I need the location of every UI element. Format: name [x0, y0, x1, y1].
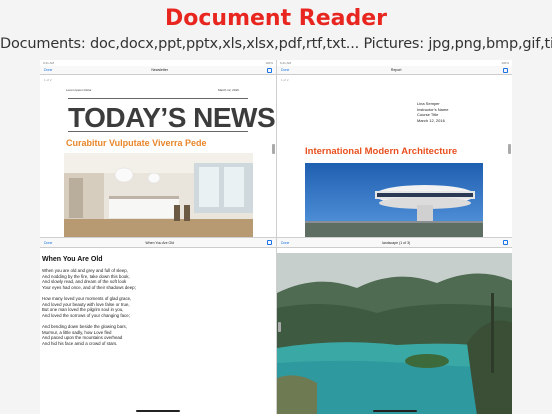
nav-bar: Done landscape (1 of 3): [277, 238, 512, 248]
share-icon[interactable]: [266, 67, 272, 73]
nav-bar: Done Report: [277, 66, 512, 75]
divider: [68, 131, 248, 132]
share-icon[interactable]: [502, 67, 508, 73]
nav-bar: Done When You Are Old: [40, 238, 276, 248]
done-button[interactable]: Done: [281, 241, 289, 245]
headline: TODAY’S NEWS: [68, 102, 276, 133]
doc-date: March 12, 2016: [218, 88, 239, 92]
nav-title: landscape (1 of 3): [382, 240, 411, 245]
supported-formats: Documents: doc,docx,ppt,pptx,xls,xlsx,pd…: [0, 36, 552, 52]
share-icon[interactable]: [503, 240, 508, 245]
page-counter: 1 of 2: [44, 78, 52, 82]
nav-title: Report: [390, 68, 402, 72]
nav-title: Newsletter: [151, 68, 168, 72]
architecture-photo: [305, 163, 483, 237]
home-indicator: [136, 410, 180, 412]
home-indicator: [373, 410, 417, 412]
address-line: March 12, 2016: [417, 117, 445, 123]
share-icon[interactable]: [266, 240, 272, 245]
resize-handle[interactable]: [278, 322, 281, 332]
app-title: Document Reader: [165, 6, 387, 31]
pane-report: 9:41 AM 100% Done Report 1 of 2 Lina Semp…: [277, 60, 512, 237]
resize-handle[interactable]: [508, 144, 511, 154]
nav-title: When You Are Old: [145, 240, 174, 245]
address-block: Lina Semper Instructor’s Name Course Tit…: [417, 101, 448, 123]
report-headline: International Modern Architecture: [305, 146, 458, 157]
poem-text: When you are old and grey and full of sl…: [42, 268, 136, 346]
done-button[interactable]: Done: [44, 241, 52, 245]
done-button[interactable]: Done: [44, 68, 52, 72]
pane-poem: Done When You Are Old When You Are Old W…: [40, 238, 276, 414]
company-name: Lorem Ipsum Dolor: [66, 88, 92, 92]
pane-newsletter: 9:41 AM 100% Done Newsletter 1 of 2 Lorem…: [40, 60, 276, 237]
subheadline: Curabitur Vulputate Viverra Pede: [66, 138, 207, 148]
resize-handle[interactable]: [272, 144, 275, 154]
nav-bar: Done Newsletter: [40, 66, 276, 75]
divider: [68, 98, 248, 99]
done-button[interactable]: Done: [281, 68, 289, 72]
poem-title: When You Are Old: [42, 256, 103, 263]
page-counter: 1 of 2: [281, 78, 289, 82]
pane-landscape: Done landscape (1 of 3): [277, 238, 512, 414]
kitchen-photo: [64, 153, 253, 237]
screens-grid: 9:41 AM 100% Done Newsletter 1 of 2 Lorem…: [40, 60, 512, 414]
landscape-photo: [277, 253, 512, 414]
